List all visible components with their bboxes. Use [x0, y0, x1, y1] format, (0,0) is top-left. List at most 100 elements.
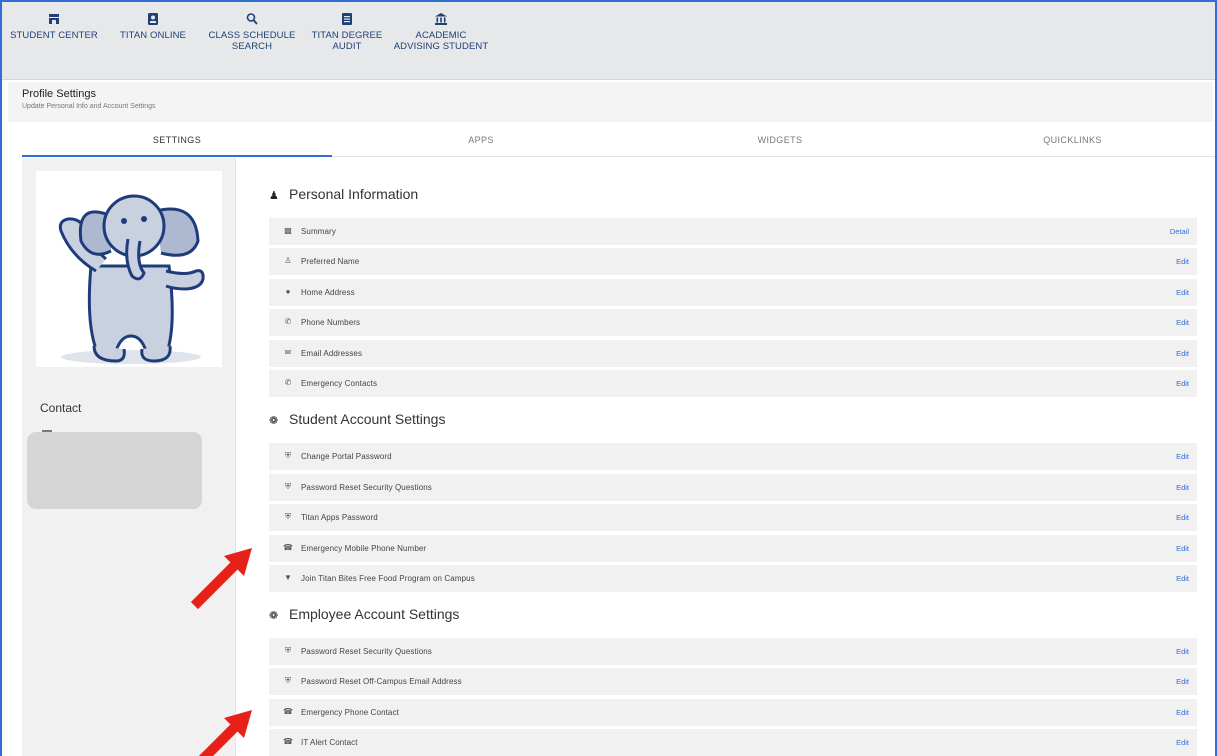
detail-link[interactable]: Detail	[1170, 227, 1189, 236]
setting-row-home-address[interactable]: ● Home Address Edit	[269, 279, 1197, 306]
location-icon: ●	[285, 287, 291, 296]
edit-link[interactable]: Edit	[1176, 379, 1189, 388]
edit-link[interactable]: Edit	[1176, 738, 1189, 747]
nav-titan-degree-audit[interactable]: TITAN DEGREE AUDIT	[306, 12, 388, 52]
setting-row-email-addresses[interactable]: ✉ Email Addresses Edit	[269, 340, 1197, 367]
shield-icon: ⛨	[285, 512, 291, 521]
row-label: Password Reset Security Questions	[301, 647, 432, 656]
row-label: Titan Apps Password	[301, 513, 378, 522]
row-label: Password Reset Security Questions	[301, 483, 432, 492]
edit-link[interactable]: Edit	[1176, 647, 1189, 656]
edit-link[interactable]: Edit	[1176, 574, 1189, 583]
row-label: Change Portal Password	[301, 452, 392, 461]
section-title: Personal Information	[289, 186, 419, 202]
phone-call-icon: ☎	[283, 737, 293, 746]
setting-row-join-titan-bites[interactable]: ▼ Join Titan Bites Free Food Program on …	[269, 565, 1197, 592]
profile-sidebar: Contact	[22, 158, 236, 756]
setting-row-summary[interactable]: ▩ Summary Detail	[269, 218, 1197, 245]
edit-link[interactable]: Edit	[1176, 288, 1189, 297]
row-label: IT Alert Contact	[301, 738, 358, 747]
nav-label: ACADEMIC ADVISING STUDENT	[393, 30, 489, 52]
gear-icon: ❁	[269, 610, 279, 622]
tab-quicklinks[interactable]: QUICKLINKS	[930, 123, 1215, 157]
edit-link[interactable]: Edit	[1176, 349, 1189, 358]
tab-settings[interactable]: SETTINGS	[22, 123, 332, 157]
row-label: Password Reset Off-Campus Email Address	[301, 677, 462, 686]
gear-icon: ❁	[269, 415, 279, 427]
phone-icon: ✆	[284, 378, 292, 387]
setting-row-emergency-contacts[interactable]: ✆ Emergency Contacts Edit	[269, 370, 1197, 397]
nav-label: TITAN DEGREE AUDIT	[311, 30, 383, 52]
row-label: Emergency Phone Contact	[301, 708, 399, 717]
annotation-arrow-icon	[190, 548, 252, 610]
phone-call-icon: ☎	[283, 707, 293, 716]
shield-icon: ⛨	[285, 676, 291, 685]
nav-academic-advising-student[interactable]: ACADEMIC ADVISING STUDENT	[386, 12, 496, 52]
tab-widgets[interactable]: WIDGETS	[630, 123, 930, 157]
section-student-account-settings: ❁ Student Account Settings	[269, 411, 445, 427]
person-outline-icon: ♙	[284, 256, 292, 265]
row-label: Emergency Contacts	[301, 379, 378, 388]
contact-label: Contact	[40, 401, 82, 415]
nav-class-schedule-search[interactable]: CLASS SCHEDULE SEARCH	[206, 12, 298, 52]
setting-row-preferred-name[interactable]: ♙ Preferred Name Edit	[269, 248, 1197, 275]
shield-icon: ⛨	[285, 482, 291, 491]
row-label: Phone Numbers	[301, 318, 361, 327]
nav-titan-online[interactable]: TITAN ONLINE	[108, 12, 198, 41]
setting-row-password-reset-security-questions[interactable]: ⛨ Password Reset Security Questions Edit	[269, 474, 1197, 501]
mail-icon: ✉	[284, 348, 292, 357]
setting-row-emergency-mobile-phone-number[interactable]: ☎ Emergency Mobile Phone Number Edit	[269, 535, 1197, 562]
edit-link[interactable]: Edit	[1176, 257, 1189, 266]
search-icon	[246, 13, 258, 25]
row-label: Emergency Mobile Phone Number	[301, 544, 427, 553]
tab-apps[interactable]: APPS	[332, 123, 630, 157]
nav-student-center[interactable]: STUDENT CENTER	[8, 12, 100, 41]
row-label: Home Address	[301, 288, 355, 297]
app-frame: STUDENT CENTER TITAN ONLINE CLASS SCHEDU…	[0, 0, 1217, 756]
elephant-mascot-image	[58, 194, 205, 364]
section-title: Employee Account Settings	[289, 606, 460, 622]
section-title: Student Account Settings	[289, 411, 446, 427]
page-subtitle: Update Personal Info and Account Setting…	[22, 103, 156, 110]
edit-link[interactable]: Edit	[1176, 677, 1189, 686]
nav-label: STUDENT CENTER	[10, 30, 98, 41]
avatar[interactable]	[36, 171, 222, 367]
setting-row-employee-password-reset-security-questions[interactable]: ⛨ Password Reset Security Questions Edit	[269, 638, 1197, 665]
setting-row-change-portal-password[interactable]: ⛨ Change Portal Password Edit	[269, 443, 1197, 470]
institution-icon	[435, 13, 447, 25]
annotation-arrow-icon	[198, 710, 252, 756]
setting-row-phone-numbers[interactable]: ✆ Phone Numbers Edit	[269, 309, 1197, 336]
row-label: Email Addresses	[301, 349, 363, 358]
setting-row-password-reset-off-campus-email[interactable]: ⛨ Password Reset Off-Campus Email Addres…	[269, 668, 1197, 695]
setting-row-emergency-phone-contact[interactable]: ☎ Emergency Phone Contact Edit	[269, 699, 1197, 726]
top-nav: STUDENT CENTER TITAN ONLINE CLASS SCHEDU…	[2, 2, 1215, 80]
edit-link[interactable]: Edit	[1176, 483, 1189, 492]
person-icon: ♟	[269, 190, 279, 202]
section-employee-account-settings: ❁ Employee Account Settings	[269, 606, 459, 622]
edit-link[interactable]: Edit	[1176, 513, 1189, 522]
setting-row-it-alert-contact[interactable]: ☎ IT Alert Contact Edit	[269, 729, 1197, 756]
edit-link[interactable]: Edit	[1176, 318, 1189, 327]
setting-row-titan-apps-password[interactable]: ⛨ Titan Apps Password Edit	[269, 504, 1197, 531]
row-label: Summary	[301, 227, 336, 236]
page-title: Profile Settings	[22, 88, 96, 100]
row-label: Preferred Name	[301, 257, 360, 266]
shield-icon: ⛨	[285, 451, 291, 460]
badge-icon	[148, 13, 158, 25]
shield-icon: ⛨	[285, 646, 291, 655]
settings-tabs: SETTINGS APPS WIDGETS QUICKLINKS	[22, 123, 1215, 157]
row-label: Join Titan Bites Free Food Program on Ca…	[301, 574, 475, 583]
page-header: Profile Settings Update Personal Info an…	[8, 82, 1213, 122]
nav-label: TITAN ONLINE	[120, 30, 186, 41]
nav-label: CLASS SCHEDULE SEARCH	[208, 30, 296, 52]
edit-link[interactable]: Edit	[1176, 708, 1189, 717]
edit-link[interactable]: Edit	[1176, 544, 1189, 553]
chart-icon: ▩	[284, 226, 292, 235]
section-personal-information: ♟ Personal Information	[269, 186, 418, 202]
food-icon: ▼	[284, 573, 292, 582]
document-icon	[342, 13, 352, 25]
edit-link[interactable]: Edit	[1176, 452, 1189, 461]
phone-icon: ✆	[284, 317, 292, 326]
store-icon	[49, 14, 59, 24]
phone-call-icon: ☎	[283, 543, 293, 552]
